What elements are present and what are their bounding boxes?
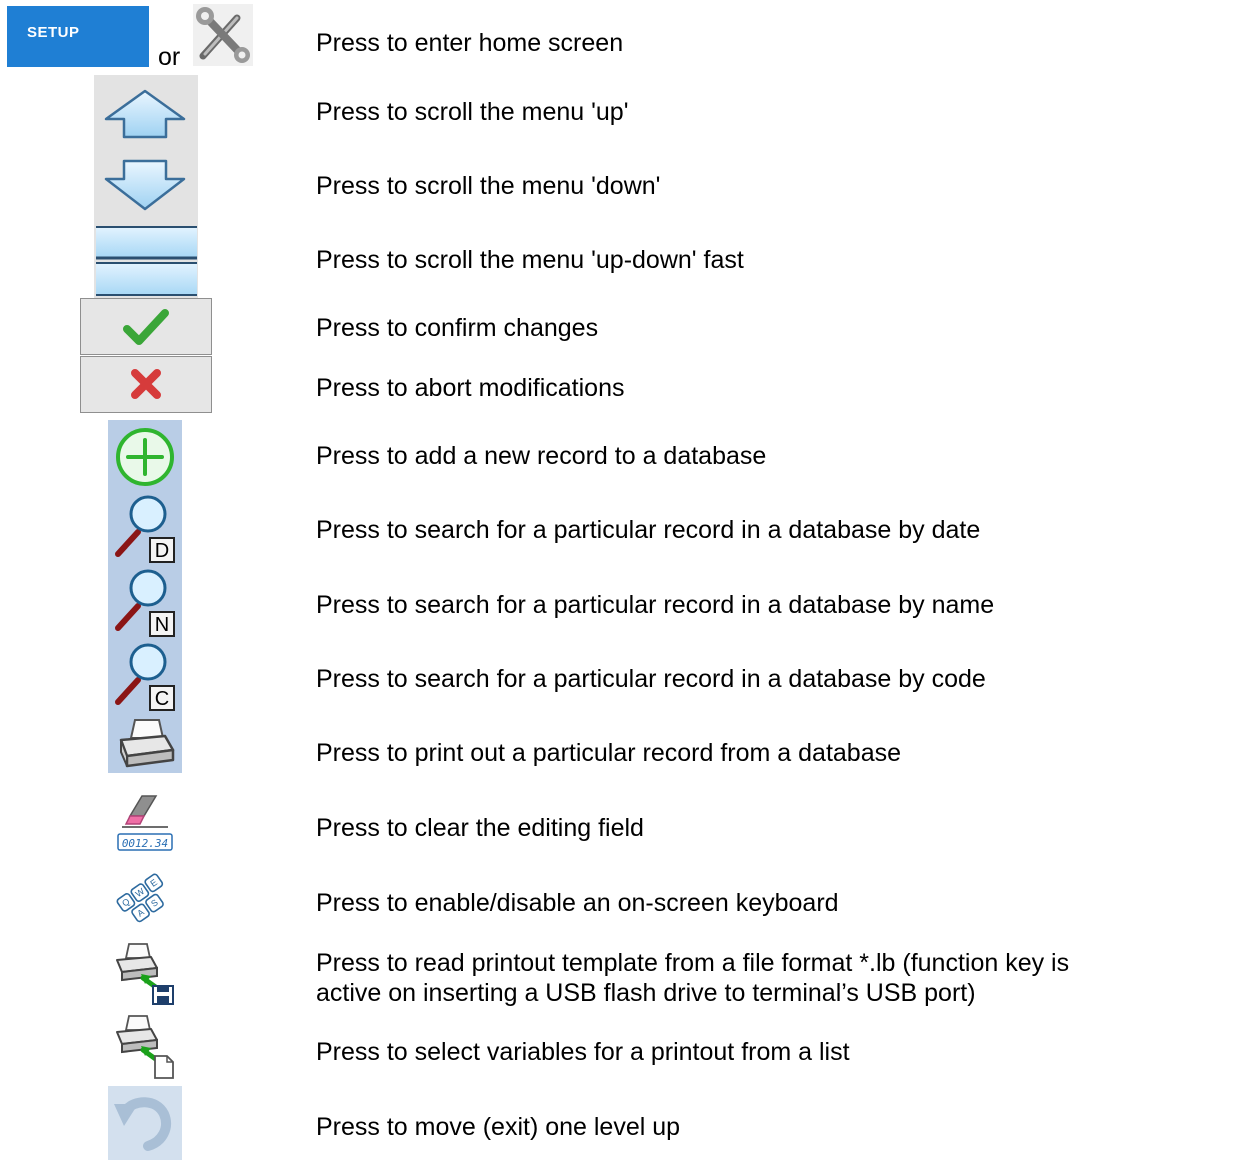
arrow-up-icon[interactable]	[100, 85, 190, 150]
printer-icon[interactable]	[113, 714, 177, 777]
row-description: Press to select variables for a printout…	[316, 1038, 850, 1066]
row-description-cont: active on inserting a USB flash drive to…	[316, 979, 976, 1007]
row-description: Press to enable/disable an on-screen key…	[316, 889, 839, 917]
eraser-icon[interactable]: 0012.34	[112, 792, 176, 859]
row-description: Press to scroll the menu 'up'	[316, 98, 629, 126]
row-description: Press to scroll the menu 'up-down' fast	[316, 246, 744, 274]
plus-icon[interactable]	[113, 425, 177, 494]
row-description: Press to search for a particular record …	[316, 665, 986, 693]
fast-scroll-icon[interactable]	[95, 225, 198, 302]
row-description: Press to add a new record to a database	[316, 442, 767, 470]
row-description: Press to read printout template from a f…	[316, 949, 1070, 977]
keyboard-icon[interactable]: Q W E A S	[113, 868, 177, 937]
key-letter-d: D	[155, 540, 169, 562]
key-letter-c: C	[155, 688, 169, 710]
search-name-icon[interactable]: N	[112, 566, 178, 645]
abort-button[interactable]	[80, 356, 212, 413]
search-code-icon[interactable]: C	[112, 640, 178, 719]
printer-save-icon[interactable]	[113, 940, 177, 1013]
row-description: Press to print out a particular record f…	[316, 739, 902, 767]
back-arrow-icon	[114, 1097, 171, 1151]
key-letter-n: N	[155, 614, 169, 636]
printer-file-icon[interactable]	[113, 1012, 177, 1085]
setup-button[interactable]: SETUP	[7, 6, 149, 67]
x-icon	[131, 369, 161, 399]
row-description: Press to search for a particular record …	[316, 516, 981, 544]
tools-icon[interactable]	[193, 4, 253, 66]
row-description: Press to enter home screen	[316, 29, 624, 57]
confirm-button[interactable]	[80, 298, 212, 355]
row-description: Press to confirm changes	[316, 314, 599, 342]
search-date-icon[interactable]: D	[112, 492, 178, 571]
or-text: or	[158, 43, 181, 71]
clear-display-value: 0012.34	[122, 837, 168, 850]
row-description: Press to abort modifications	[316, 374, 625, 402]
arrow-down-icon[interactable]	[100, 155, 190, 220]
checkmark-icon	[123, 309, 169, 345]
row-description: Press to scroll the menu 'down'	[316, 172, 661, 200]
row-description: Press to search for a particular record …	[316, 591, 995, 619]
row-description: Press to move (exit) one level up	[316, 1113, 681, 1141]
back-button[interactable]	[108, 1086, 182, 1160]
row-description: Press to clear the editing field	[316, 814, 644, 842]
